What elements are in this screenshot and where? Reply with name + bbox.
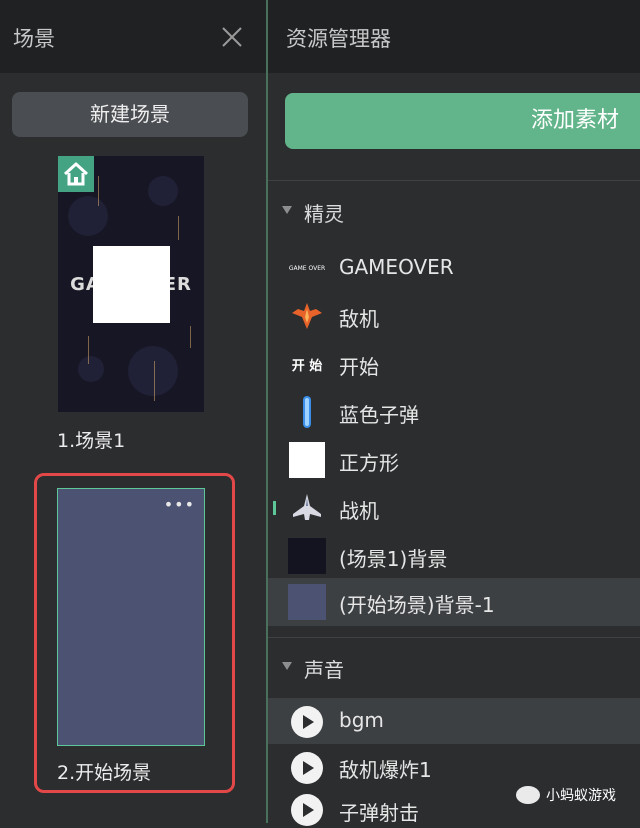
asset-label: GAMEOVER: [339, 255, 454, 279]
scene-thumbnail-1[interactable]: GAMEOVER: [58, 156, 204, 412]
asset-item-scene1-bg[interactable]: (场景1)背景: [268, 532, 640, 580]
asset-label: bgm: [339, 708, 384, 732]
asset-item-start[interactable]: 开 始 开始: [268, 340, 640, 388]
scene-label-1[interactable]: 1.场景1: [57, 426, 125, 453]
collapse-triangle-icon[interactable]: [282, 206, 292, 214]
asset-manager-panel: 资源管理器 添加素材 精灵 GAME OVER GAMEOVER 敌机 开 始 …: [268, 0, 640, 826]
asset-label: 子弹射击: [339, 801, 419, 825]
asset-item-gameover[interactable]: GAME OVER GAMEOVER: [268, 244, 640, 292]
more-options-icon[interactable]: •••: [164, 497, 195, 513]
asset-label: 蓝色子弹: [339, 403, 419, 427]
white-square-sprite: [93, 246, 170, 323]
add-asset-button[interactable]: 添加素材: [285, 93, 640, 149]
scene-thumbnail-2[interactable]: •••: [57, 488, 205, 746]
asset-item-start-scene-bg[interactable]: (开始场景)背景-1: [268, 578, 640, 626]
scenes-panel-title: 场景: [13, 27, 55, 51]
start-text-icon: 开 始: [291, 358, 323, 374]
asset-item-explosion[interactable]: 敌机爆炸1: [268, 744, 640, 790]
asset-panel-header: 资源管理器: [268, 0, 640, 73]
white-square-icon: [288, 442, 326, 478]
blue-bullet-icon: [288, 394, 326, 430]
divider-line: [268, 637, 640, 638]
divider-line: [268, 180, 640, 181]
asset-item-fighter[interactable]: 战机: [268, 484, 640, 532]
scenes-panel-header: 场景: [0, 0, 266, 73]
enemy-plane-icon: [288, 298, 326, 334]
collapse-triangle-icon[interactable]: [282, 662, 292, 670]
play-icon[interactable]: [288, 750, 326, 786]
gameover-text-icon: GAME OVER: [288, 264, 326, 272]
asset-item-bgm[interactable]: bgm: [268, 698, 640, 744]
asset-label: 开始: [339, 355, 379, 379]
asset-label: (场景1)背景: [339, 547, 448, 571]
asset-label: 敌机: [339, 307, 379, 331]
scenes-panel: 场景 新建场景 GAMEOVER 1.场景1 ••• 2.开始场景: [0, 0, 266, 823]
sprites-section-header[interactable]: 精灵: [268, 184, 640, 238]
asset-label: (开始场景)背景-1: [339, 593, 495, 617]
blue-background-icon: [288, 584, 326, 620]
wechat-icon: [516, 786, 540, 804]
home-icon: [58, 156, 94, 192]
fighter-jet-icon: [288, 490, 326, 526]
sounds-section-header[interactable]: 声音: [268, 640, 640, 694]
scene-label-2[interactable]: 2.开始场景: [57, 758, 151, 785]
asset-label: 战机: [339, 499, 379, 523]
asset-label: 正方形: [339, 451, 399, 475]
asset-panel-title: 资源管理器: [286, 27, 391, 51]
close-icon[interactable]: [221, 26, 243, 48]
play-icon[interactable]: [288, 704, 326, 740]
asset-item-square[interactable]: 正方形: [268, 436, 640, 484]
asset-item-blue-bullet[interactable]: 蓝色子弹: [268, 388, 640, 436]
watermark-text: 小蚂蚁游戏: [546, 788, 616, 804]
sounds-section-title: 声音: [304, 658, 344, 682]
dark-background-icon: [288, 538, 326, 574]
sprites-section-title: 精灵: [304, 202, 344, 226]
new-scene-button[interactable]: 新建场景: [12, 92, 248, 137]
watermark: 小蚂蚁游戏: [516, 785, 616, 805]
asset-item-enemy-plane[interactable]: 敌机: [268, 292, 640, 340]
asset-label: 敌机爆炸1: [339, 758, 432, 782]
